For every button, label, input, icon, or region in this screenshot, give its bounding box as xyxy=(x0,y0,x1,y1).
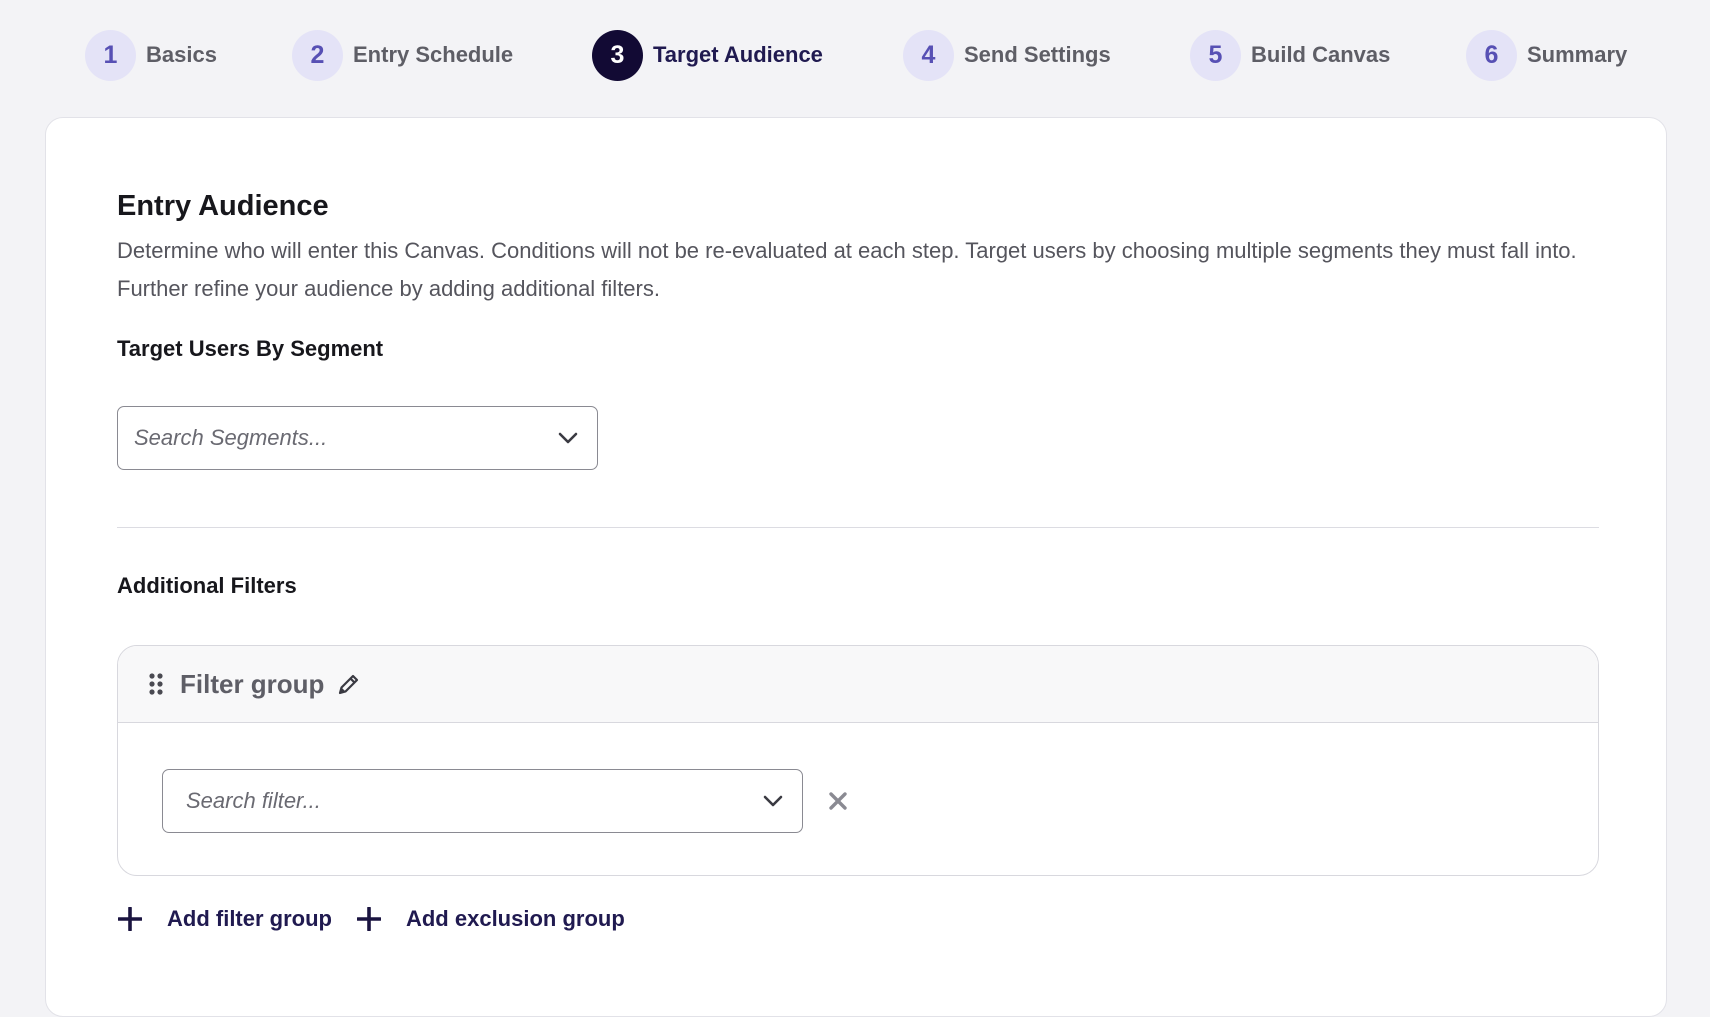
add-filter-group-button[interactable]: Add filter group xyxy=(117,906,332,932)
step-number: 6 xyxy=(1466,29,1517,81)
filter-group-header: Filter group xyxy=(118,646,1598,723)
step-build-canvas[interactable]: 5 Build Canvas xyxy=(1190,29,1390,81)
filter-select[interactable] xyxy=(162,769,803,833)
step-summary[interactable]: 6 Summary xyxy=(1466,29,1627,81)
step-number: 2 xyxy=(292,29,343,81)
step-number: 1 xyxy=(85,29,136,81)
step-label: Entry Schedule xyxy=(353,42,514,67)
step-number: 5 xyxy=(1190,29,1241,81)
step-number: 4 xyxy=(903,29,954,81)
step-label: Build Canvas xyxy=(1251,42,1391,67)
plus-icon xyxy=(356,906,382,932)
step-label: Summary xyxy=(1527,42,1628,67)
step-basics[interactable]: 1 Basics xyxy=(85,29,217,81)
target-users-by-segment-label: Target Users By Segment xyxy=(117,336,384,361)
chevron-down-icon[interactable] xyxy=(557,427,579,449)
entry-audience-description: Determine who will enter this Canvas. Co… xyxy=(117,238,1577,301)
add-group-actions: Add filter group Add exclusion group xyxy=(117,901,649,937)
step-send-settings[interactable]: 4 Send Settings xyxy=(903,29,1111,81)
step-label: Send Settings xyxy=(964,42,1111,67)
filter-search-input[interactable] xyxy=(186,788,762,814)
pencil-icon[interactable] xyxy=(336,671,362,697)
segment-search-input[interactable] xyxy=(134,425,557,451)
step-entry-schedule[interactable]: 2 Entry Schedule xyxy=(292,29,513,81)
plus-icon xyxy=(117,906,143,932)
entry-audience-title: Entry Audience xyxy=(117,190,329,222)
filter-group: Filter group xyxy=(117,645,1599,876)
drag-handle-icon[interactable] xyxy=(147,672,165,696)
wizard-stepper: 1 Basics 2 Entry Schedule 3 Target Audie… xyxy=(0,29,1710,81)
segment-select[interactable] xyxy=(117,406,598,470)
step-label: Basics xyxy=(146,42,217,67)
chevron-down-icon[interactable] xyxy=(762,790,784,812)
step-target-audience[interactable]: 3 Target Audience xyxy=(592,29,823,81)
target-audience-card: Entry Audience Determine who will enter … xyxy=(45,117,1667,1017)
add-exclusion-group-button[interactable]: Add exclusion group xyxy=(356,906,625,932)
add-filter-group-label: Add filter group xyxy=(167,906,332,931)
filter-group-title: Filter group xyxy=(180,668,325,699)
step-number: 3 xyxy=(592,29,643,81)
close-icon[interactable] xyxy=(825,788,851,814)
section-divider xyxy=(117,527,1599,528)
step-label: Target Audience xyxy=(653,42,823,67)
additional-filters-label: Additional Filters xyxy=(117,573,297,598)
add-exclusion-group-label: Add exclusion group xyxy=(405,906,625,931)
